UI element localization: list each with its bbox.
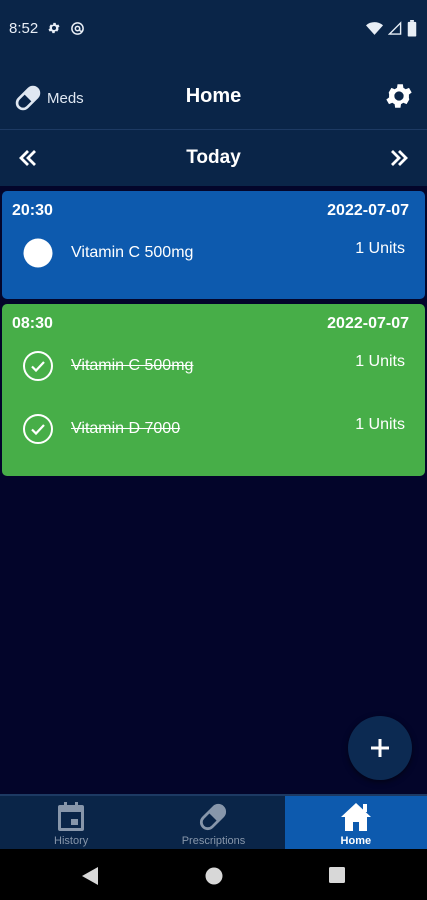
back-icon[interactable] <box>82 867 98 885</box>
schedule-card: 08:30 2022-07-07 Vitamin C 500mg 1 Units… <box>2 304 425 476</box>
schedule-date: 2022-07-07 <box>327 202 409 219</box>
nav-prescriptions-label: Prescriptions <box>181 835 246 847</box>
untaken-circle-icon[interactable] <box>22 237 54 269</box>
schedule-header: 08:30 2022-07-07 <box>2 304 425 344</box>
medication-units: 1 Units <box>355 240 405 257</box>
medication-name: Vitamin C 500mg <box>71 357 194 374</box>
battery-icon <box>407 19 417 37</box>
pill-icon <box>200 803 227 831</box>
wifi-icon <box>366 21 383 35</box>
home-circle-icon[interactable] <box>205 867 223 885</box>
schedule-time: 08:30 <box>12 315 53 332</box>
medication-units: 1 Units <box>355 416 405 433</box>
nav-prescriptions[interactable]: Prescriptions <box>142 796 284 849</box>
home-icon <box>340 803 371 831</box>
nav-home[interactable]: Home <box>284 796 427 849</box>
check-circle-icon[interactable] <box>22 413 54 445</box>
bottom-navigation: History Prescriptions Home <box>0 794 427 849</box>
nav-history-label: History <box>54 835 89 847</box>
schedule-date: 2022-07-07 <box>327 315 409 332</box>
status-time: 8:52 <box>9 19 39 37</box>
medication-item[interactable]: Vitamin C 500mg 1 Units <box>2 231 425 294</box>
medication-name: Vitamin C 500mg <box>71 244 194 261</box>
double-chevron-right-icon[interactable] <box>387 146 411 170</box>
gear-icon[interactable] <box>383 80 415 112</box>
nav-history[interactable]: History <box>0 796 142 849</box>
medication-item[interactable]: Vitamin D 7000 1 Units <box>2 407 425 470</box>
schedule-card: 20:30 2022-07-07 Vitamin C 500mg 1 Units <box>2 191 425 299</box>
schedule-time: 20:30 <box>12 202 53 219</box>
date-label: Today <box>186 147 241 168</box>
medication-item[interactable]: Vitamin C 500mg 1 Units <box>2 344 425 407</box>
at-sign-icon <box>71 21 85 35</box>
medication-units: 1 Units <box>355 353 405 370</box>
gear-icon <box>48 22 60 34</box>
signal-icon <box>388 20 402 35</box>
system-navigation-bar <box>0 849 427 900</box>
medication-name: Vitamin D 7000 <box>71 420 181 437</box>
schedule-header: 20:30 2022-07-07 <box>2 191 425 231</box>
nav-home-label: Home <box>340 835 372 847</box>
status-bar: 8:52 <box>0 0 427 56</box>
add-medication-button[interactable] <box>348 716 412 780</box>
date-navigation: Today <box>0 130 427 186</box>
check-circle-icon[interactable] <box>22 350 54 382</box>
app-bar: Meds Home <box>0 56 427 130</box>
recents-icon[interactable] <box>329 867 345 883</box>
page-title: Home <box>185 85 242 107</box>
plus-icon <box>371 739 389 757</box>
calendar-icon <box>58 802 85 831</box>
